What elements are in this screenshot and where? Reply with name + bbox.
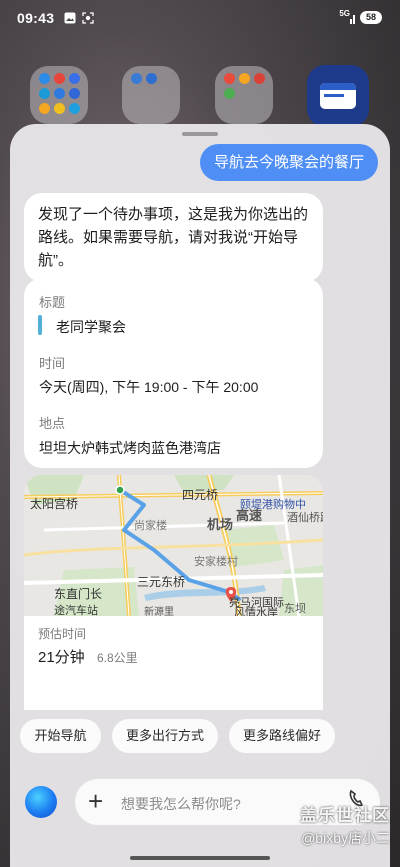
map-label-dongzhimen: 东直门长: [54, 586, 102, 601]
map-label-shangjialou: 尚家楼: [134, 518, 167, 532]
watermark-title: 盖乐世社区: [300, 806, 390, 825]
eta-label: 预估时间: [38, 627, 87, 641]
map-label-fengqing: 风情水岸: [234, 606, 278, 616]
map-label-jichang: 机场: [207, 517, 233, 532]
news-app-icon[interactable]: [307, 65, 369, 127]
event-location: 坦坦大炉韩式烤肉蓝色港湾店: [39, 440, 221, 456]
more-route-preferences-chip[interactable]: 更多路线偏好: [229, 719, 335, 753]
status-time: 09:43: [17, 10, 55, 26]
battery-indicator: 58: [360, 11, 382, 24]
input-placeholder[interactable]: 想要我怎么帮你呢?: [121, 794, 241, 814]
map-label-qichezhan: 途汽车站: [54, 603, 98, 616]
event-time: 今天(周四), 下午 19:00 - 下午 20:00: [39, 379, 259, 395]
home-indicator[interactable]: [130, 856, 270, 860]
event-title: 老同学聚会: [56, 319, 126, 335]
screenshot-icon: [82, 11, 94, 29]
watermark-handle: @bixby店小二: [301, 830, 390, 846]
drag-handle[interactable]: [182, 132, 218, 136]
title-label: 标题: [39, 295, 66, 310]
map-label-anjialou: 安家楼村: [194, 554, 238, 568]
app-folder[interactable]: [215, 66, 273, 124]
event-card[interactable]: 标题 老同学聚会 时间 今天(周四), 下午 19:00 - 下午 20:00 …: [24, 278, 323, 468]
app-folder[interactable]: [122, 66, 180, 124]
bot-message: 发现了一个待办事项，这是我为你选出的路线。如果需要导航，请对我说“开始导航”。: [24, 193, 323, 282]
eta-time: 21分钟: [38, 649, 85, 666]
map-label-dongba: 东坝: [284, 601, 306, 615]
route-map[interactable]: 太阳宫桥 四元桥 颐堤港购物中 尚家楼 安家楼村 三元东桥 亮马河国际 风情水岸…: [24, 475, 323, 616]
map-label-gaosu: 高速: [236, 508, 262, 523]
watermark: 盖乐世社区 @bixby店小二: [300, 801, 390, 848]
signal-icon: [350, 11, 356, 29]
user-message: 导航去今晚聚会的餐厅: [199, 144, 378, 181]
time-label: 时间: [39, 356, 66, 371]
app-folder[interactable]: [30, 66, 88, 124]
more-travel-modes-chip[interactable]: 更多出行方式: [112, 719, 218, 753]
route-card[interactable]: 太阳宫桥 四元桥 颐堤港购物中 尚家楼 安家楼村 三元东桥 亮马河国际 风情水岸…: [24, 475, 323, 710]
status-bar: 09:43 5G 58: [0, 0, 400, 36]
location-label: 地点: [39, 416, 66, 431]
eta-distance: 6.8公里: [97, 651, 138, 665]
start-navigation-chip[interactable]: 开始导航: [20, 719, 101, 753]
add-icon[interactable]: +: [88, 788, 103, 814]
map-label-siyuan: 四元桥: [182, 488, 218, 502]
bixby-logo[interactable]: [25, 786, 57, 818]
title-accent-bar: [38, 315, 42, 335]
network-label: 5G: [339, 9, 350, 18]
map-label-sanyuan: 三元东桥: [137, 575, 185, 589]
map-label-taiyanggong: 太阳宫桥: [30, 496, 78, 511]
map-label-jinxian: 酒仙桥路: [287, 511, 323, 524]
map-label-xinyuanli: 新源里: [144, 605, 174, 616]
gallery-icon: [64, 11, 76, 29]
